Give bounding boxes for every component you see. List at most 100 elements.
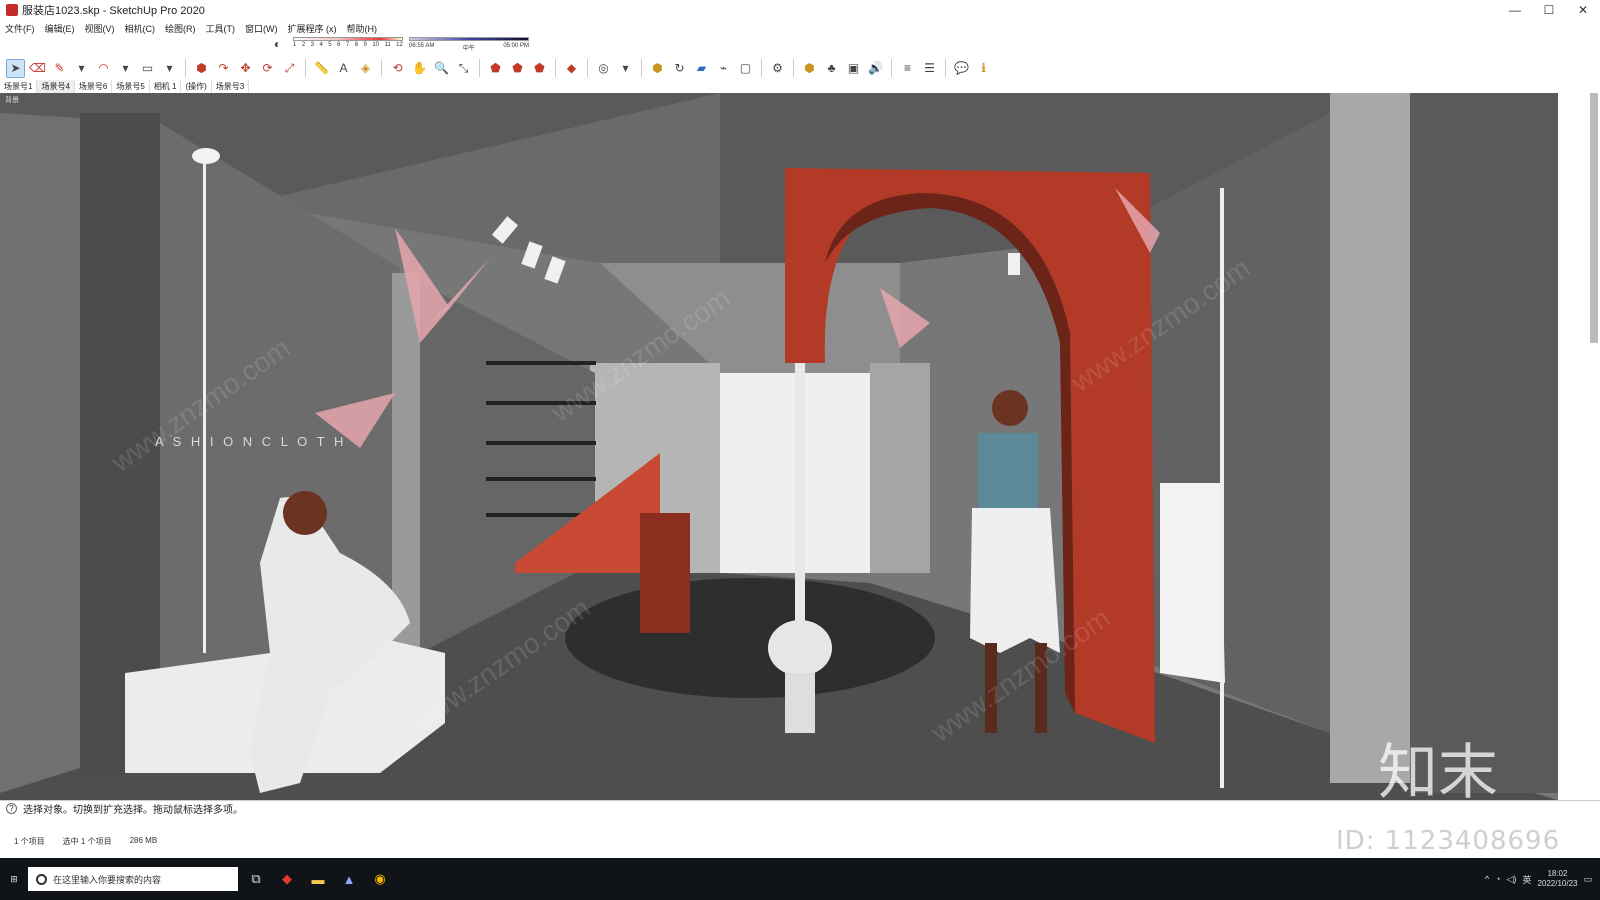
plugin-shield-icon[interactable]: ⬢	[648, 59, 667, 78]
menu-edit[interactable]: 编辑(E)	[40, 22, 80, 35]
arc-dropdown-icon[interactable]: ▾	[116, 59, 135, 78]
plugin-frame-icon[interactable]: ▣	[844, 59, 863, 78]
month-label: 5	[328, 42, 332, 48]
extension-manager-icon[interactable]: ◆	[562, 59, 581, 78]
toolbar-separator	[305, 59, 306, 77]
task-view-icon[interactable]: ⧉	[243, 867, 269, 891]
month-label: 4	[319, 42, 323, 48]
tab-camera-1[interactable]: 相机 1	[150, 80, 182, 93]
taskbar-clock[interactable]: 18:02 2022/10/23	[1537, 869, 1577, 889]
time-slider-track	[409, 37, 529, 41]
shape-dropdown-icon[interactable]: ▾	[160, 59, 179, 78]
month-slider[interactable]: 1 2 3 4 5 6 7 8 9 10 11 12	[293, 36, 403, 52]
volume-icon[interactable]: ◁)	[1507, 874, 1517, 885]
right-panel	[1558, 93, 1600, 800]
shadow-toggle-icon[interactable]: ◐	[268, 35, 287, 54]
scale-tool-icon[interactable]: ⤢	[280, 59, 299, 78]
plugin-sound-icon[interactable]: 🔊	[866, 59, 885, 78]
zoom-extents-tool-icon[interactable]: ⤡	[454, 59, 473, 78]
right-pillar	[1330, 93, 1410, 783]
model-viewport[interactable]: A S H I O N C L O T H www.znzmo.com www.…	[0, 93, 1558, 800]
rectangle-tool-icon[interactable]: ▭	[138, 59, 157, 78]
extension-warehouse-icon[interactable]: ⬟	[508, 59, 527, 78]
account-dropdown-icon[interactable]: ▾	[616, 59, 635, 78]
memory-usage: 286 MB	[129, 836, 158, 845]
plugin-render-icon[interactable]: ▰	[692, 59, 711, 78]
orbit-tool-icon[interactable]: ⟲	[388, 59, 407, 78]
tab-scene-4[interactable]: 场景号4	[37, 80, 75, 93]
select-tool-icon[interactable]: ➤	[6, 58, 25, 78]
ime-indicator[interactable]: 英	[1522, 873, 1531, 886]
center-column-base	[768, 620, 832, 676]
plugin-info-icon[interactable]: ℹ	[974, 59, 993, 78]
tab-scene-1[interactable]: 场景号1	[0, 80, 38, 93]
push-pull-tool-icon[interactable]: ⬢	[192, 59, 211, 78]
menu-file[interactable]: 文件(F)	[0, 22, 40, 35]
tab-scene-3[interactable]: 场景号3	[212, 80, 250, 93]
right-front-wall	[1410, 93, 1558, 793]
plugin-material-icon[interactable]: ⬢	[800, 59, 819, 78]
account-icon[interactable]: ◎	[594, 59, 613, 78]
app-taskbar-icon[interactable]: ▲	[336, 867, 362, 891]
window-title: 服装店1023.skp - SketchUp Pro 2020	[22, 5, 205, 17]
plugin-settings-icon[interactable]: ☰	[920, 59, 939, 78]
sketchup-taskbar-icon[interactable]: ◆	[274, 867, 300, 891]
search-placeholder: 在这里输入你要搜索的内容	[53, 874, 162, 885]
time-slider[interactable]: 06:55 AM 中午 05:00 PM	[409, 36, 529, 52]
minimize-button[interactable]: —	[1498, 0, 1532, 20]
plugin-plant-icon[interactable]: ♣	[822, 59, 841, 78]
plugin-refresh-icon[interactable]: ↻	[670, 59, 689, 78]
scene-tabs: 场景号1 场景号4 场景号6 场景号5 相机 1 (操作) 场景号3	[0, 80, 1600, 93]
plugin-chat-icon[interactable]: 💬	[952, 59, 971, 78]
tab-operation[interactable]: (操作)	[181, 80, 212, 93]
tape-measure-tool-icon[interactable]: 📏	[312, 59, 331, 78]
pan-tool-icon[interactable]: ✋	[410, 59, 429, 78]
clock-time: 18:02	[1547, 869, 1568, 878]
zoom-tool-icon[interactable]: 🔍	[432, 59, 451, 78]
help-icon[interactable]: ?	[6, 803, 17, 814]
menu-camera[interactable]: 相机(C)	[120, 22, 161, 35]
tab-scene-5[interactable]: 场景号5	[112, 80, 150, 93]
plugin-list-icon[interactable]: ≡	[898, 59, 917, 78]
menu-tools[interactable]: 工具(T)	[201, 22, 241, 35]
plugin-camera-icon[interactable]: ▢	[736, 59, 755, 78]
windows-start-icon[interactable]: ⊞	[0, 867, 28, 891]
toolbar-separator	[641, 59, 642, 77]
menu-draw[interactable]: 绘图(R)	[160, 22, 201, 35]
white-dresses	[1160, 483, 1225, 683]
plugin-light-icon[interactable]: ⌁	[714, 59, 733, 78]
line-dropdown-icon[interactable]: ▾	[72, 59, 91, 78]
chrome-icon[interactable]: ◉	[367, 867, 393, 891]
menu-window[interactable]: 窗口(W)	[240, 22, 283, 35]
paint-bucket-tool-icon[interactable]: ◈	[356, 59, 375, 78]
move-tool-icon[interactable]: ✥	[236, 59, 255, 78]
file-explorer-icon[interactable]: ▬	[305, 867, 331, 891]
tab-scene-6[interactable]: 场景号6	[75, 80, 113, 93]
line-tool-icon[interactable]: ✎	[50, 59, 69, 78]
store-sign: A S H I O N C L O T H	[155, 434, 346, 449]
menu-view[interactable]: 视图(V)	[80, 22, 120, 35]
item-count: 1 个项目	[14, 837, 45, 846]
rotate-tool-icon[interactable]: ⟳	[258, 59, 277, 78]
maximize-button[interactable]: ☐	[1532, 0, 1566, 20]
follow-me-tool-icon[interactable]: ↷	[214, 59, 233, 78]
text-tool-icon[interactable]: A	[334, 59, 353, 78]
menu-extensions[interactable]: 扩展程序 (x)	[283, 22, 342, 35]
month-label: 7	[345, 42, 350, 48]
plugin-tool-icon[interactable]: ⚙	[768, 59, 787, 78]
notification-icon[interactable]: ▭	[1583, 874, 1592, 885]
menu-bar: 文件(F) 编辑(E) 视图(V) 相机(C) 绘图(R) 工具(T) 窗口(W…	[0, 20, 1600, 36]
shelf	[486, 477, 596, 481]
vertical-scrollbar[interactable]	[1590, 93, 1598, 343]
arc-tool-icon[interactable]: ◠	[94, 59, 113, 78]
close-button[interactable]: ✕	[1566, 0, 1600, 20]
time-start-label: 06:55 AM	[409, 43, 435, 49]
eraser-tool-icon[interactable]: ⌫	[28, 59, 47, 78]
share-model-icon[interactable]: ⬟	[530, 59, 549, 78]
toolbar-separator	[555, 59, 556, 77]
menu-help[interactable]: 帮助(H)	[342, 22, 383, 35]
network-icon[interactable]: ◔	[1495, 874, 1500, 884]
taskbar-search[interactable]: 在这里输入你要搜索的内容	[28, 867, 238, 891]
warehouse-icon[interactable]: ⬟	[486, 59, 505, 78]
tray-chevron-icon[interactable]: ^	[1485, 874, 1489, 884]
